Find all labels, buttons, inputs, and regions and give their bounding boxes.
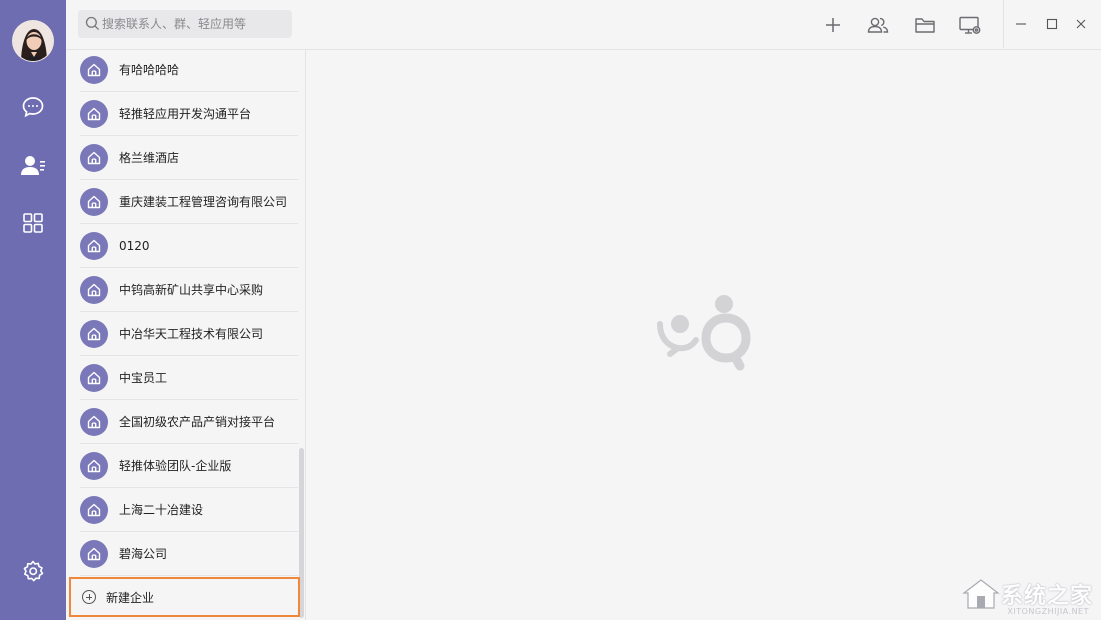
watermark-subtext: XITONGZHIJIA.NET (1007, 607, 1089, 616)
company-name: 中宝员工 (119, 371, 168, 385)
company-name: 轻推轻应用开发沟通平台 (119, 107, 252, 121)
company-home-icon (80, 495, 108, 524)
contacts-icon[interactable] (18, 150, 48, 180)
watermark-house-icon (962, 579, 1000, 609)
company-name: 有哈哈哈哈 (119, 63, 180, 77)
company-list-item[interactable]: 0120 (80, 224, 298, 268)
company-list-item[interactable]: 中宝员工 (80, 356, 298, 400)
company-list-item[interactable]: 中钨高新矿山共享中心采购 (80, 268, 298, 312)
close-icon[interactable] (1070, 13, 1092, 35)
company-name: 格兰维酒店 (119, 151, 180, 165)
watermark-text: 系统之家 (1000, 584, 1093, 609)
left-rail (0, 0, 66, 620)
company-list-item[interactable]: 有哈哈哈哈 (80, 50, 298, 92)
chat-icon[interactable] (18, 92, 48, 122)
company-name: 轻推体验团队-企业版 (119, 459, 232, 473)
company-name: 碧海公司 (119, 547, 168, 561)
company-list-item[interactable]: 轻推体验团队-企业版 (80, 444, 298, 488)
company-name: 上海二十冶建设 (119, 503, 204, 517)
company-list-item[interactable]: 全国初级农产品产销对接平台 (80, 400, 298, 444)
company-list-item[interactable]: 重庆建装工程管理咨询有限公司 (80, 180, 298, 224)
search-box[interactable] (78, 10, 292, 38)
company-home-icon (80, 539, 108, 568)
main-empty-area: 系统之家 XITONGZHIJIA.NET (306, 50, 1101, 620)
minimize-icon[interactable] (1010, 13, 1032, 35)
watermark: 系统之家 XITONGZHIJIA.NET (961, 574, 1093, 616)
company-home-icon (80, 99, 108, 128)
app-logo-placeholder-icon (654, 294, 754, 377)
company-list: 有哈哈哈哈轻推轻应用开发沟通平台 格兰维酒店重庆建装工程管理咨询有限公司 0120 中… (66, 50, 300, 576)
company-home-icon (80, 231, 108, 260)
company-list-item[interactable]: 上海二十冶建设 (80, 488, 298, 532)
apps-grid-icon[interactable] (18, 208, 48, 238)
company-name: 重庆建装工程管理咨询有限公司 (119, 195, 288, 209)
folder-icon[interactable] (912, 12, 938, 38)
search-icon (85, 16, 100, 34)
company-home-icon (80, 187, 108, 216)
new-company-label: 新建企业 (106, 590, 155, 605)
top-bar (66, 0, 1101, 50)
company-list-item[interactable]: 轻推轻应用开发沟通平台 (80, 92, 298, 136)
gear-icon[interactable] (18, 556, 48, 586)
company-home-icon (80, 319, 108, 348)
company-name: 中冶华天工程技术有限公司 (119, 327, 264, 341)
plus-icon[interactable] (820, 12, 846, 38)
company-list-item[interactable]: 中冶华天工程技术有限公司 (80, 312, 298, 356)
screen-share-icon[interactable] (957, 12, 983, 38)
company-home-icon (80, 363, 108, 392)
company-list-item[interactable]: 碧海公司 (80, 532, 298, 576)
user-avatar[interactable] (12, 20, 54, 62)
group-icon[interactable] (865, 12, 891, 38)
search-input[interactable] (102, 10, 287, 38)
maximize-icon[interactable] (1041, 13, 1063, 35)
company-list-item[interactable]: 格兰维酒店 (80, 136, 298, 180)
company-name: 中钨高新矿山共享中心采购 (119, 283, 264, 297)
company-home-icon (80, 55, 108, 84)
company-name: 全国初级农产品产销对接平台 (119, 415, 276, 429)
company-home-icon (80, 451, 108, 480)
company-list-panel: 有哈哈哈哈轻推轻应用开发沟通平台 格兰维酒店重庆建装工程管理咨询有限公司 0120 中… (66, 50, 306, 620)
company-home-icon (80, 407, 108, 436)
company-home-icon (80, 143, 108, 172)
company-home-icon (80, 275, 108, 304)
new-company-button[interactable]: 新建企业 (69, 577, 300, 617)
company-name: 0120 (119, 238, 150, 253)
add-circle-icon (82, 590, 96, 604)
window-controls-divider (1003, 0, 1004, 48)
